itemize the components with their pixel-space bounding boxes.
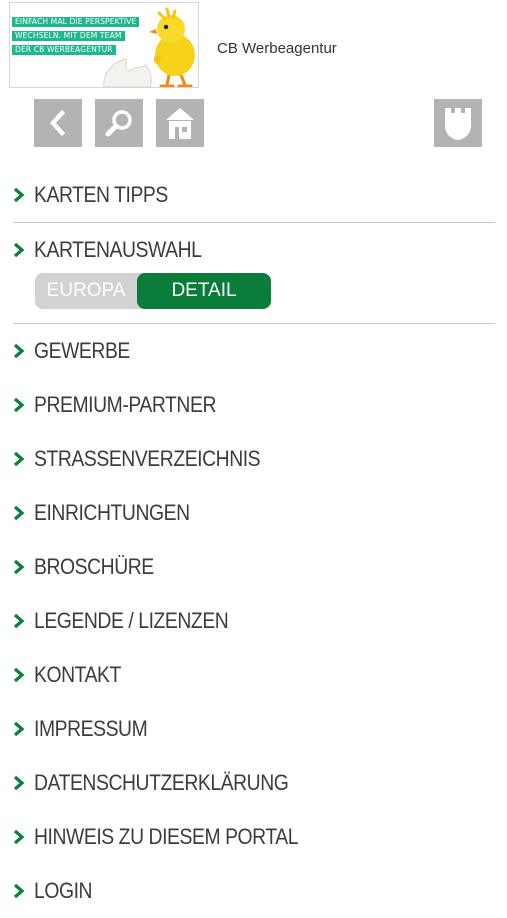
menu-item-label: KARTEN TIPPS: [34, 182, 168, 207]
menu-item[interactable]: LOGIN: [0, 864, 507, 918]
back-icon: [49, 109, 66, 137]
menu-item-label: LEGENDE / LIZENZEN: [34, 608, 229, 633]
search-icon: [105, 110, 132, 137]
chevron-right-icon: [13, 451, 25, 467]
toggle-option-europa[interactable]: EUROPA: [35, 273, 137, 309]
logo-tagline-1: EINFACH MAL DIE PERSPEKTIVE: [12, 17, 140, 27]
menu-item[interactable]: LEGENDE / LIZENZEN: [0, 594, 507, 648]
chevron-right-icon: [13, 883, 25, 899]
chevron-right-icon: [13, 829, 25, 845]
map-selection-toggle[interactable]: EUROPA DETAIL: [35, 273, 271, 309]
chevron-right-icon: [13, 242, 25, 258]
chevron-right-icon: [13, 343, 25, 359]
search-button[interactable]: [95, 99, 143, 147]
logo[interactable]: EINFACH MAL DIE PERSPEKTIVE WECHSELN. MI…: [9, 2, 199, 88]
menu-item[interactable]: EINRICHTUNGEN: [0, 486, 507, 540]
menu-item-karten-tipps[interactable]: KARTEN TIPPS: [0, 168, 507, 222]
home-button[interactable]: [156, 99, 204, 147]
menu-item-label: EINRICHTUNGEN: [34, 500, 190, 525]
menu-item-label: BROSCHÜRE: [34, 554, 154, 579]
chevron-right-icon: [13, 775, 25, 791]
menu-item[interactable]: HINWEIS ZU DIESEM PORTAL: [0, 810, 507, 864]
chevron-right-icon: [13, 559, 25, 575]
chevron-right-icon: [13, 613, 25, 629]
chevron-right-icon: [13, 505, 25, 521]
chick-icon: [149, 7, 195, 87]
menu-item[interactable]: DATENSCHUTZERKLÄRUNG: [0, 756, 507, 810]
toggle-option-detail[interactable]: DETAIL: [137, 273, 271, 309]
menu-item-label: GEWERBE: [34, 338, 130, 363]
chevron-right-icon: [13, 397, 25, 413]
logo-tagline-2: WECHSELN. MIT DEM TEAM: [12, 31, 125, 41]
home-icon: [166, 108, 194, 139]
castle-button[interactable]: [434, 99, 482, 147]
menu-item-label: KARTENAUSWAHL: [34, 237, 202, 262]
chevron-right-icon: [13, 667, 25, 683]
castle-icon: [445, 108, 471, 140]
header: EINFACH MAL DIE PERSPEKTIVE WECHSELN. MI…: [0, 0, 507, 95]
chevron-right-icon: [13, 187, 25, 203]
menu-item-label: LOGIN: [34, 878, 93, 903]
menu-item[interactable]: PREMIUM-PARTNER: [0, 378, 507, 432]
menu-item[interactable]: GEWERBE: [0, 324, 507, 378]
menu-item-label: KONTAKT: [34, 662, 121, 687]
logo-tagline-3: DER CB WERBEAGENTUR: [12, 45, 116, 55]
menu-item-label: HINWEIS ZU DIESEM PORTAL: [34, 824, 299, 849]
menu-item[interactable]: IMPRESSUM: [0, 702, 507, 756]
back-button[interactable]: [34, 99, 82, 147]
menu-item-label: PREMIUM-PARTNER: [34, 392, 216, 417]
menu-item-label: IMPRESSUM: [34, 716, 148, 741]
menu-item-kartenauswahl[interactable]: KARTENAUSWAHL: [0, 223, 507, 277]
chevron-right-icon: [13, 721, 25, 737]
menu-item[interactable]: BROSCHÜRE: [0, 540, 507, 594]
navigation-menu: KARTEN TIPPS KARTENAUSWAHL EUROPA DETAIL…: [0, 168, 507, 918]
menu-list: GEWERBE PREMIUM-PARTNER STRASSENVERZEICHNI…: [0, 324, 507, 918]
brand-name: CB Werbeagentur: [217, 40, 337, 57]
menu-item-label: DATENSCHUTZERKLÄRUNG: [34, 770, 289, 795]
menu-item[interactable]: STRASSENVERZEICHNIS: [0, 432, 507, 486]
menu-item-label: STRASSENVERZEICHNIS: [34, 446, 261, 471]
menu-item[interactable]: KONTAKT: [0, 648, 507, 702]
